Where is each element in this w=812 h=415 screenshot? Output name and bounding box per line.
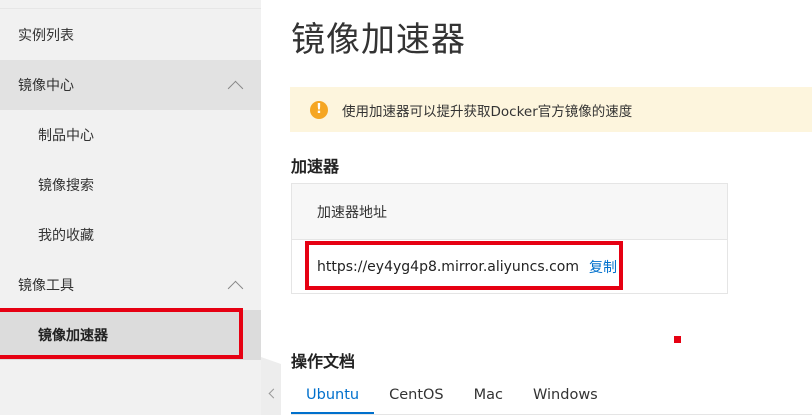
sidebar-group-image-tools[interactable]: 镜像工具	[0, 260, 261, 310]
sidebar-item-artifact-center[interactable]: 制品中心	[0, 110, 261, 160]
notice-text: 使用加速器可以提升获取Docker官方镜像的速度	[342, 103, 633, 120]
warning-icon: !	[310, 100, 328, 119]
sidebar-item-label: 镜像加速器	[38, 328, 108, 344]
docs-tabs: Ubuntu CentOS Mac Windows	[291, 384, 812, 415]
copy-link[interactable]: 复制	[589, 257, 617, 277]
docs-section-title: 操作文档	[291, 352, 356, 371]
page: 实例列表 镜像中心 制品中心 镜像搜索 我的收藏 镜像工具 镜像加速器 镜像加速…	[0, 0, 812, 415]
sidebar: 实例列表 镜像中心 制品中心 镜像搜索 我的收藏 镜像工具 镜像加速器	[0, 0, 261, 415]
tab-windows[interactable]: Windows	[518, 384, 613, 414]
sidebar-item-favorites[interactable]: 我的收藏	[0, 210, 261, 260]
sidebar-item-label: 我的收藏	[38, 228, 94, 244]
chevron-up-icon[interactable]	[227, 280, 244, 297]
sidebar-item-instances[interactable]: 实例列表	[0, 10, 261, 60]
sidebar-group-image-center[interactable]: 镜像中心	[0, 60, 261, 110]
tab-mac[interactable]: Mac	[459, 384, 518, 414]
tab-ubuntu[interactable]: Ubuntu	[291, 384, 375, 414]
sidebar-item-label: 镜像搜索	[38, 178, 94, 194]
sidebar-item-image-search[interactable]: 镜像搜索	[0, 160, 261, 210]
tab-centos[interactable]: CentOS	[374, 384, 459, 414]
notice-banner: ! 使用加速器可以提升获取Docker官方镜像的速度	[290, 87, 812, 132]
chevron-up-icon[interactable]	[227, 80, 244, 97]
column-header-address: 加速器地址	[317, 204, 387, 221]
table-header: 加速器地址	[292, 184, 727, 240]
sidebar-item-label: 镜像中心	[18, 78, 74, 94]
accelerator-table: 加速器地址 https://ey4yg4p8.mirror.aliyuncs.c…	[291, 183, 728, 294]
sidebar-item-label: 制品中心	[38, 128, 94, 144]
sidebar-item-label: 镜像工具	[18, 278, 74, 294]
sidebar-divider	[0, 8, 261, 9]
main-content: 镜像加速器 ! 使用加速器可以提升获取Docker官方镜像的速度 加速器 加速器…	[261, 0, 812, 415]
table-row: https://ey4yg4p8.mirror.aliyuncs.com 复制	[292, 240, 727, 294]
sidebar-item-image-accelerator[interactable]: 镜像加速器	[0, 310, 261, 360]
accelerator-address[interactable]: https://ey4yg4p8.mirror.aliyuncs.com	[317, 259, 579, 275]
red-marker	[674, 336, 681, 343]
accelerator-section-title: 加速器	[291, 157, 340, 176]
page-title: 镜像加速器	[291, 20, 466, 60]
sidebar-item-label: 实例列表	[18, 28, 74, 44]
